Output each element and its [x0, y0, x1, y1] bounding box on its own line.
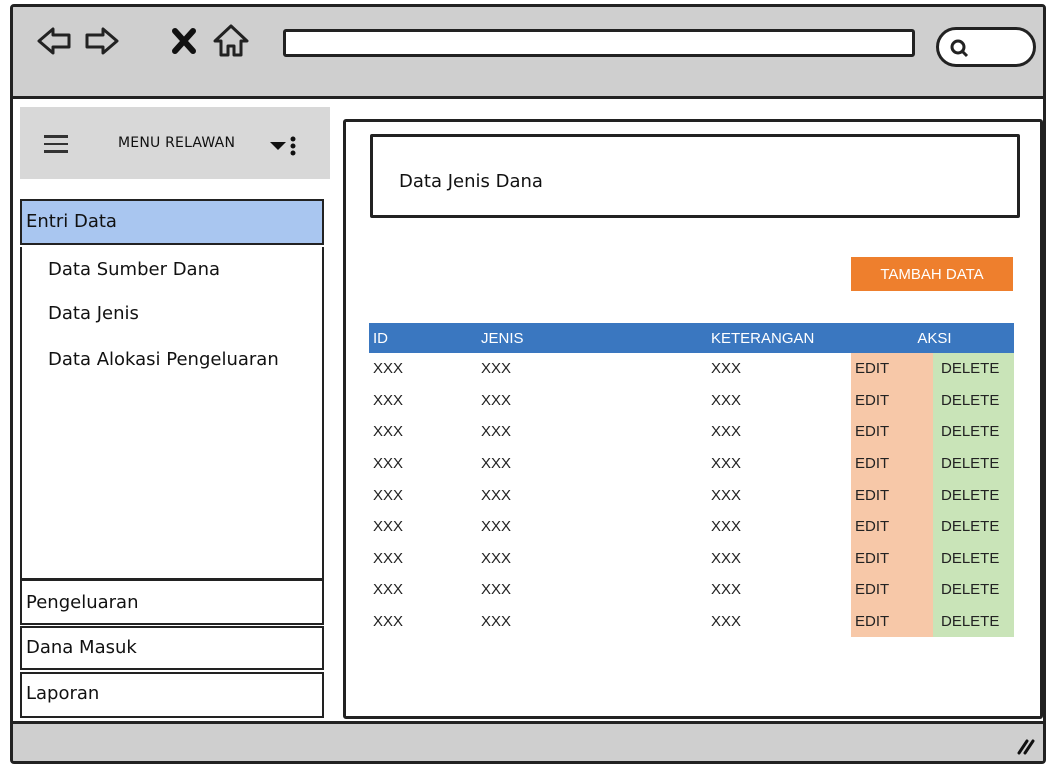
cell-jenis: XXX	[481, 581, 512, 599]
table-row: XXX XXX XXX EDIT DELETE	[369, 542, 1014, 575]
delete-button[interactable]: DELETE	[933, 416, 1014, 448]
edit-button[interactable]: EDIT	[851, 416, 933, 448]
resize-handle-icon[interactable]	[1013, 733, 1037, 757]
page-title: Data Jenis Dana	[399, 171, 543, 192]
sidebar-item-label: Laporan	[26, 683, 100, 704]
delete-button[interactable]: DELETE	[933, 479, 1014, 511]
sidebar-submenu: Data Sumber Dana Data Jenis Data Alokasi…	[20, 247, 324, 580]
home-icon[interactable]	[211, 21, 251, 61]
back-arrow-icon[interactable]	[35, 21, 75, 61]
table-row: XXX XXX XXX EDIT DELETE	[369, 510, 1014, 543]
page-title-box: Data Jenis Dana	[370, 134, 1020, 218]
table-header-row: ID JENIS KETERANGAN AKSI	[369, 323, 1014, 353]
delete-button[interactable]: DELETE	[933, 574, 1014, 606]
cell-jenis: XXX	[481, 391, 512, 409]
cell-keterangan: XXX	[711, 581, 742, 599]
sidebar-item-label: Pengeluaran	[26, 592, 139, 613]
address-bar[interactable]	[283, 29, 915, 57]
cell-keterangan: XXX	[711, 486, 742, 504]
add-data-button[interactable]: TAMBAH DATA	[851, 257, 1013, 291]
forward-arrow-icon[interactable]	[81, 21, 121, 61]
sidebar-item-entri-data[interactable]: Entri Data	[20, 199, 324, 245]
search-icon	[950, 39, 969, 58]
sidebar-item-dana-masuk[interactable]: Dana Masuk	[20, 626, 324, 670]
cell-id: XXX	[373, 360, 404, 378]
cell-jenis: XXX	[481, 549, 512, 567]
cell-jenis: XXX	[481, 486, 512, 504]
cell-keterangan: XXX	[711, 391, 742, 409]
edit-button[interactable]: EDIT	[851, 510, 933, 543]
edit-button[interactable]: EDIT	[851, 447, 933, 480]
menu-header: MENU RELAWAN	[20, 107, 330, 179]
cell-jenis: XXX	[481, 518, 512, 536]
edit-button[interactable]: EDIT	[851, 384, 933, 417]
cell-id: XXX	[373, 549, 404, 567]
delete-button[interactable]: DELETE	[933, 353, 1014, 385]
cell-jenis: XXX	[481, 613, 512, 631]
cell-jenis: XXX	[481, 455, 512, 473]
sidebar-item-label: Entri Data	[26, 211, 117, 232]
table-row: XXX XXX XXX EDIT DELETE	[369, 605, 1014, 638]
edit-button[interactable]: EDIT	[851, 353, 933, 385]
data-table: ID JENIS KETERANGAN AKSI XXX XXX XXX EDIT DE…	[369, 323, 1014, 638]
status-bar	[13, 721, 1043, 761]
table-row: XXX XXX XXX EDIT DELETE	[369, 384, 1014, 417]
delete-button[interactable]: DELETE	[933, 542, 1014, 575]
column-header-aksi: AKSI	[851, 323, 1014, 353]
browser-window: MENU RELAWAN Entri Data Data Sumber Dana…	[10, 4, 1046, 764]
table-row: XXX XXX XXX EDIT DELETE	[369, 416, 1014, 448]
dropdown-more-icon[interactable]	[268, 134, 298, 158]
delete-button[interactable]: DELETE	[933, 447, 1014, 480]
column-header-keterangan: KETERANGAN	[707, 323, 851, 353]
cell-id: XXX	[373, 391, 404, 409]
cell-keterangan: XXX	[711, 423, 742, 441]
cell-keterangan: XXX	[711, 518, 742, 536]
cell-id: XXX	[373, 613, 404, 631]
hamburger-icon[interactable]	[44, 135, 68, 153]
sidebar-item-pengeluaran[interactable]: Pengeluaran	[20, 579, 324, 625]
menu-title: MENU RELAWAN	[118, 135, 236, 151]
table-body: XXX XXX XXX EDIT DELETE XXX XXX XXX EDIT DELETE XX…	[369, 353, 1014, 638]
cell-keterangan: XXX	[711, 360, 742, 378]
close-icon[interactable]	[165, 21, 205, 61]
edit-button[interactable]: EDIT	[851, 605, 933, 638]
column-header-id: ID	[369, 323, 477, 353]
cell-jenis: XXX	[481, 360, 512, 378]
cell-id: XXX	[373, 423, 404, 441]
delete-button[interactable]: DELETE	[933, 510, 1014, 543]
browser-toolbar	[13, 7, 1043, 99]
cell-id: XXX	[373, 518, 404, 536]
table-row: XXX XXX XXX EDIT DELETE	[369, 574, 1014, 606]
main-content: Data Jenis Dana TAMBAH DATA ID JENIS KET…	[343, 119, 1043, 719]
table-row: XXX XXX XXX EDIT DELETE	[369, 353, 1014, 385]
cell-id: XXX	[373, 455, 404, 473]
sidebar-item-label: Dana Masuk	[26, 637, 137, 658]
delete-button[interactable]: DELETE	[933, 384, 1014, 417]
column-header-jenis: JENIS	[477, 323, 707, 353]
table-row: XXX XXX XXX EDIT DELETE	[369, 447, 1014, 480]
submenu-item-data-jenis[interactable]: Data Jenis	[48, 303, 139, 324]
edit-button[interactable]: EDIT	[851, 574, 933, 606]
cell-jenis: XXX	[481, 423, 512, 441]
cell-id: XXX	[373, 486, 404, 504]
table-row: XXX XXX XXX EDIT DELETE	[369, 479, 1014, 511]
submenu-item-data-sumber-dana[interactable]: Data Sumber Dana	[48, 259, 220, 280]
cell-keterangan: XXX	[711, 455, 742, 473]
cell-keterangan: XXX	[711, 549, 742, 567]
search-box[interactable]	[936, 27, 1036, 67]
cell-keterangan: XXX	[711, 613, 742, 631]
edit-button[interactable]: EDIT	[851, 542, 933, 575]
cell-id: XXX	[373, 581, 404, 599]
edit-button[interactable]: EDIT	[851, 479, 933, 511]
sidebar-item-laporan[interactable]: Laporan	[20, 672, 324, 718]
submenu-item-data-alokasi-pengeluaran[interactable]: Data Alokasi Pengeluaran	[48, 349, 279, 370]
delete-button[interactable]: DELETE	[933, 605, 1014, 638]
